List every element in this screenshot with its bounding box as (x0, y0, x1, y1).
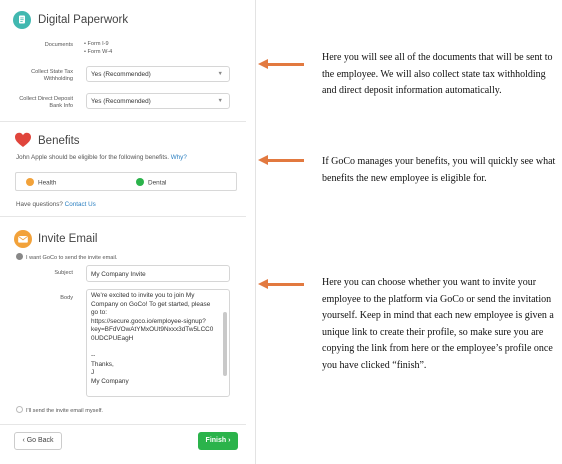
benefits-questions: Have questions? Contact Us (16, 201, 96, 208)
section-divider (0, 424, 246, 425)
state-tax-select[interactable]: Yes (Recommended) ▼ (86, 66, 230, 82)
contact-us-link[interactable]: Contact Us (65, 201, 96, 208)
note-paperwork: Here you will see all of the documents t… (322, 52, 553, 96)
direct-deposit-label: Collect Direct Deposit Bank Info (19, 96, 73, 109)
go-back-button[interactable]: ‹ Go Back (14, 432, 62, 450)
onboarding-panel: Digital Paperwork Documents • Form I-9 •… (0, 0, 256, 464)
annotation-arrow (258, 59, 304, 69)
envelope-icon (14, 230, 32, 248)
paperwork-title: Digital Paperwork (38, 14, 129, 26)
state-tax-label: Collect State Tax Withholding (31, 69, 73, 82)
note-invite: Here you can choose whether you want to … (322, 277, 554, 371)
body-textarea[interactable]: We're excited to invite you to join My C… (86, 289, 230, 397)
benefit-health: Health (26, 178, 56, 187)
chevron-down-icon: ▼ (217, 98, 223, 104)
benefit-dental: Dental (136, 178, 166, 187)
invite-option-goco[interactable]: I want GoCo to send the invite email. (16, 253, 117, 261)
document-item: • Form I-9 (84, 41, 109, 47)
radio-button[interactable] (16, 406, 23, 413)
dental-icon (136, 178, 144, 186)
radio-button[interactable] (16, 253, 23, 260)
note-benefits: If GoCo manages your benefits, you will … (322, 156, 556, 184)
paperwork-icon (13, 11, 31, 29)
health-icon (26, 178, 34, 186)
benefits-list: Health Dental (15, 172, 237, 191)
document-item: • Form W-4 (84, 49, 113, 55)
subject-input[interactable]: My Company Invite (86, 265, 230, 282)
why-link[interactable]: Why? (171, 154, 187, 161)
annotation-arrow (258, 155, 304, 165)
section-divider (0, 121, 246, 122)
benefits-eligibility-text: John Apple should be eligible for the fo… (16, 154, 187, 161)
invite-title: Invite Email (38, 233, 98, 245)
documents-label: Documents (44, 42, 73, 48)
chevron-down-icon: ▼ (217, 71, 223, 77)
section-divider (0, 216, 246, 217)
annotation-arrow (258, 279, 304, 289)
subject-label: Subject (54, 270, 73, 276)
invite-option-self[interactable]: I'll send the invite email myself. (16, 406, 103, 414)
body-label: Body (60, 295, 73, 301)
heart-icon (14, 131, 32, 149)
body-text[interactable]: We're excited to invite you to join My C… (87, 290, 229, 387)
direct-deposit-select[interactable]: Yes (Recommended) ▼ (86, 93, 230, 109)
textarea-scrollbar[interactable] (223, 312, 227, 376)
finish-button[interactable]: Finish › (198, 432, 238, 450)
benefits-title: Benefits (38, 135, 80, 147)
